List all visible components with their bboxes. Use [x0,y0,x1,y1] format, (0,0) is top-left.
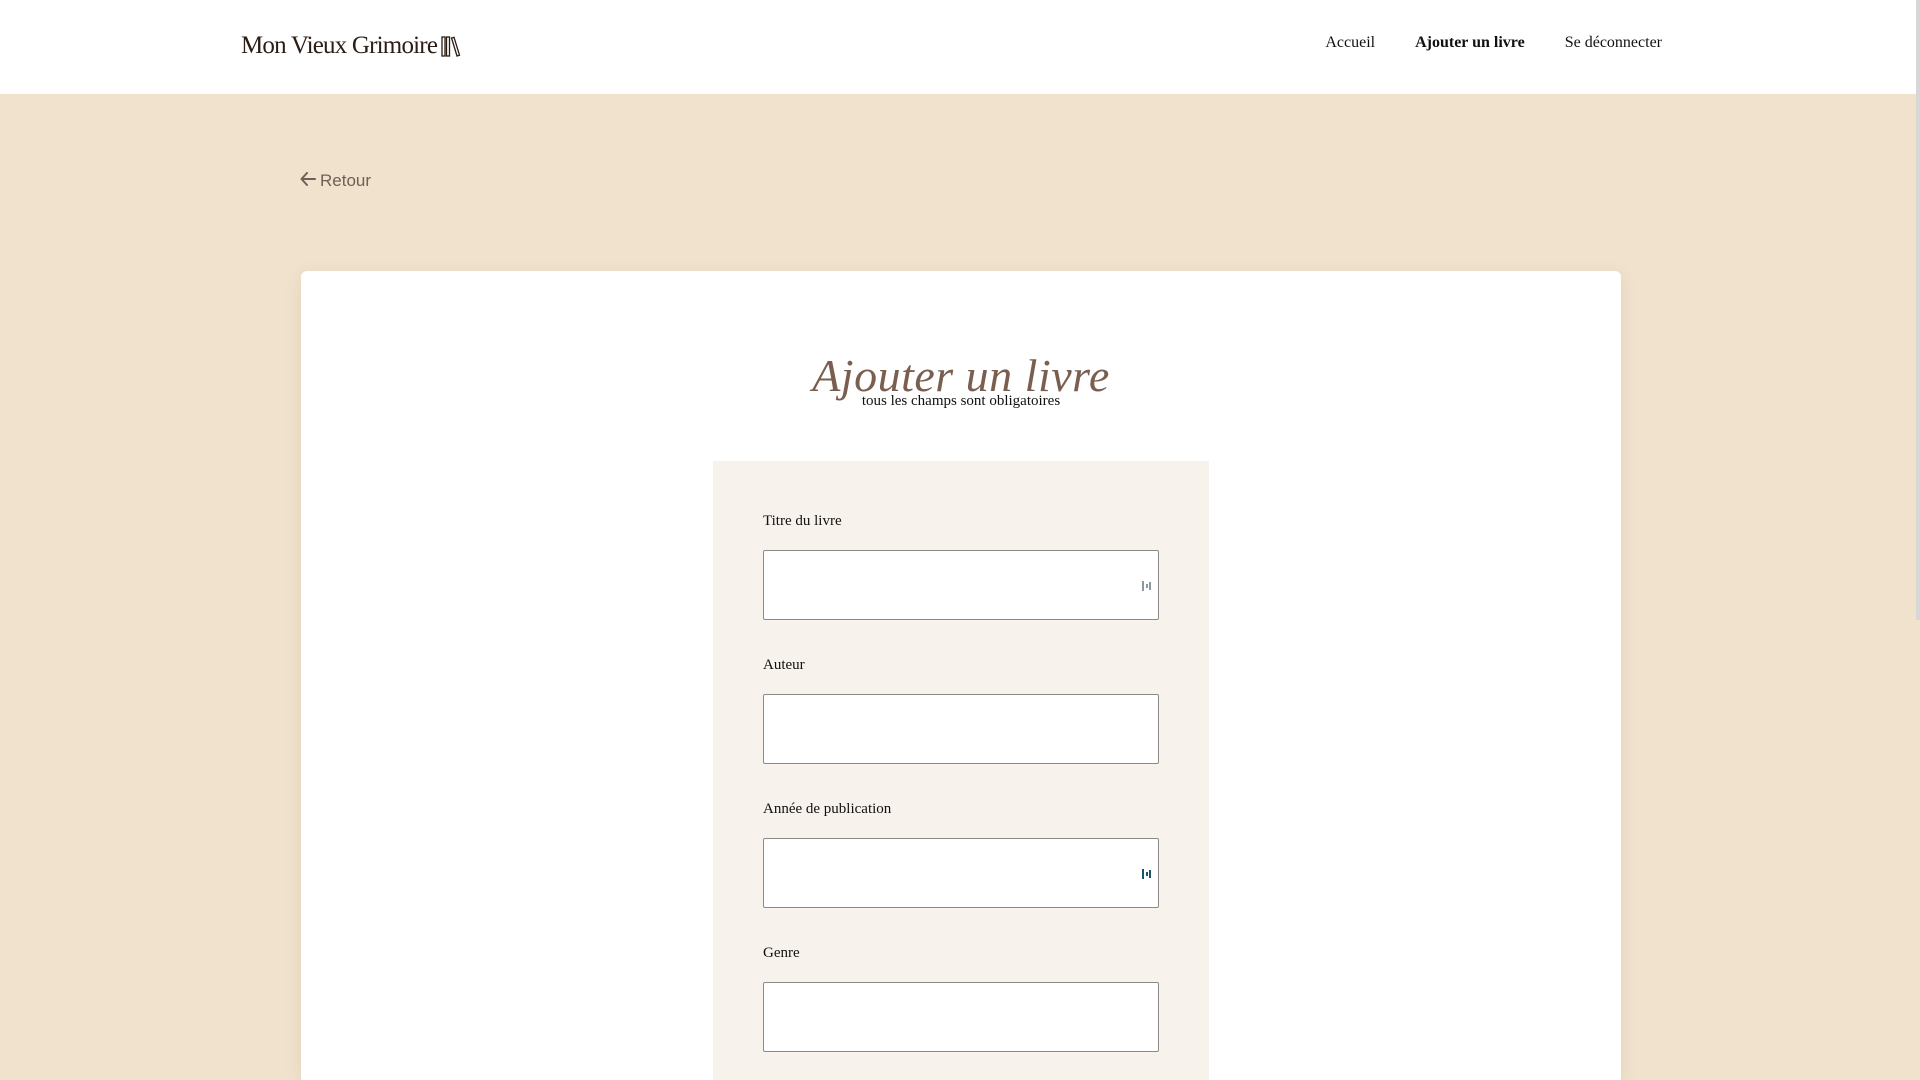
title-label: Titre du livre [763,513,842,529]
genre-label: Genre [763,945,800,961]
year-label: Année de publication [763,801,892,817]
author-label: Auteur [763,657,805,673]
autofill-extension-icon[interactable] [1140,578,1154,594]
add-book-form: Titre du livre Auteur Année de publicati… [713,461,1209,1080]
arrow-left-icon [300,171,316,191]
year-input[interactable] [763,838,1159,908]
back-link[interactable]: Retour [300,171,371,191]
nav-item-se-deconnecter[interactable]: Se déconnecter [1565,34,1662,52]
add-book-card: Ajouter un livre tous les champs sont ob… [301,271,1621,1080]
nav-item-accueil[interactable]: Accueil [1325,34,1375,52]
logo-text: Mon Vieux Grimoire [241,32,438,59]
page-scrollbar[interactable] [1916,0,1920,620]
autofill-extension-icon[interactable] [1140,866,1154,882]
main-nav: Accueil Ajouter un livre Se déconnecter [1325,34,1662,52]
title-input[interactable] [763,550,1159,620]
site-header: Mon Vieux Grimoire Accueil Ajouter un li… [0,0,1920,94]
site-logo[interactable]: Mon Vieux Grimoire [241,32,461,60]
page-subtitle: tous les champs sont obligatoires [861,393,1061,409]
author-input[interactable] [763,694,1159,764]
books-icon [441,34,461,58]
nav-item-ajouter-un-livre[interactable]: Ajouter un livre [1415,34,1525,52]
genre-input[interactable] [763,982,1159,1052]
back-link-label: Retour [320,171,372,190]
